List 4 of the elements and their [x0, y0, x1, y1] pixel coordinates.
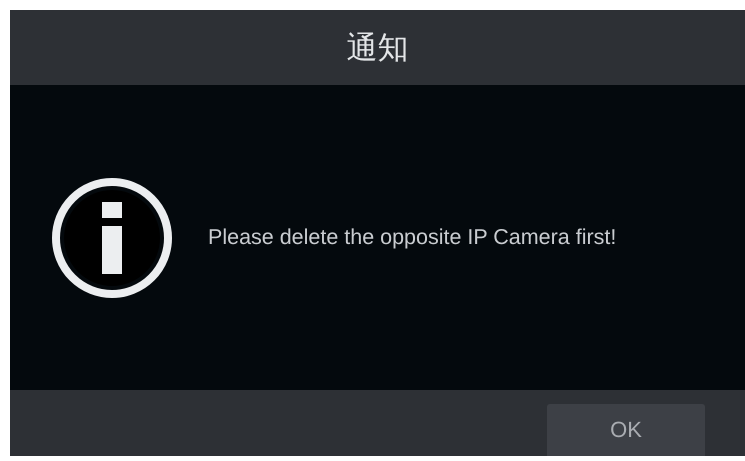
- message-text: Please delete the opposite IP Camera first!: [208, 225, 616, 250]
- ok-button[interactable]: OK: [547, 404, 705, 456]
- info-icon: [50, 176, 174, 300]
- dialog-title: 通知: [346, 28, 408, 68]
